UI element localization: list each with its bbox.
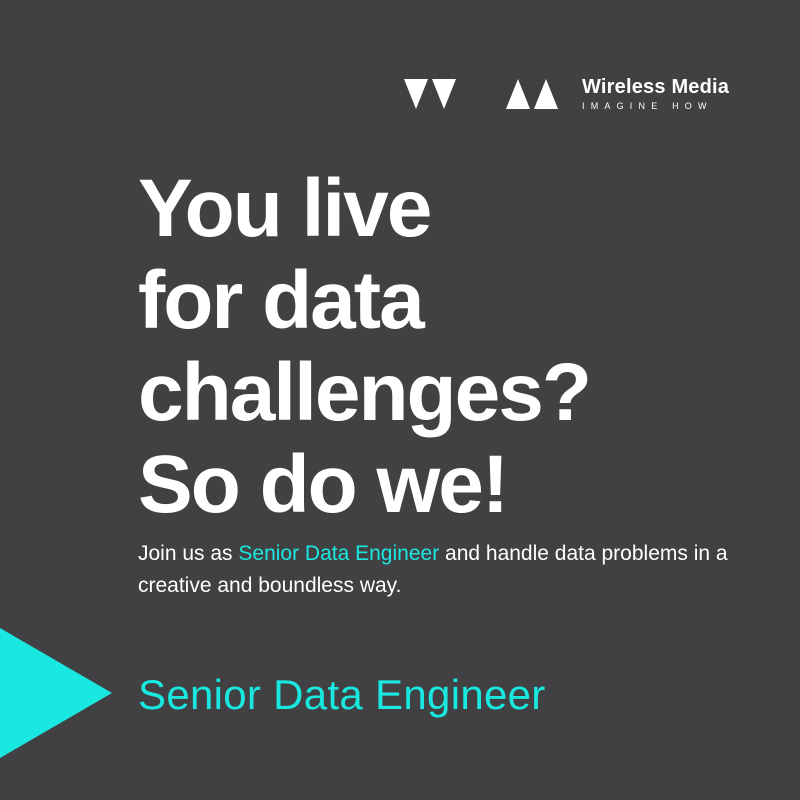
brand-text: Wireless Media IMAGINE HOW	[582, 76, 729, 112]
headline-line-3: challenges?	[138, 347, 592, 438]
brand-tagline: IMAGINE HOW	[582, 101, 713, 111]
headline-line-1: You live	[138, 163, 432, 254]
headline: You live for data challenges? So do we!	[138, 163, 758, 531]
headline-line-2: for data	[138, 255, 425, 346]
body-copy: Join us as Senior Data Engineer and hand…	[138, 538, 758, 602]
brand-header: Wireless Media IMAGINE HOW	[404, 76, 729, 112]
brand-name: Wireless Media	[582, 76, 730, 98]
wireless-media-logo-icon	[404, 79, 558, 109]
job-ad-poster: Wireless Media IMAGINE HOW You live for …	[0, 0, 800, 800]
body-copy-prefix: Join us as	[138, 542, 239, 565]
play-triangle-icon	[0, 628, 112, 758]
headline-line-4: So do we!	[138, 439, 509, 530]
body-copy-highlight: Senior Data Engineer	[238, 542, 440, 565]
job-title: Senior Data Engineer	[138, 671, 546, 718]
